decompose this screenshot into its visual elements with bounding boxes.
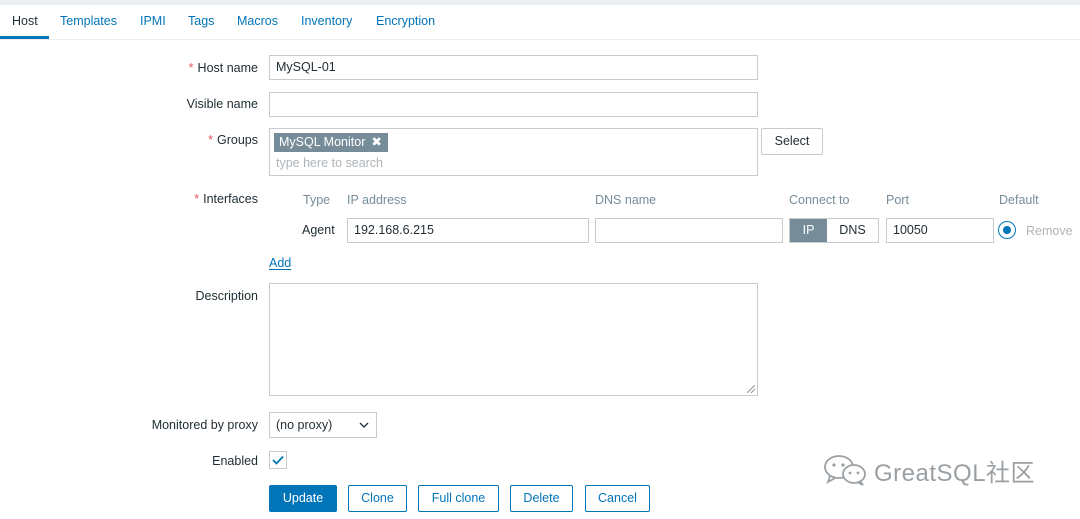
remove-interface-link[interactable]: Remove xyxy=(1026,224,1073,238)
description-textarea[interactable] xyxy=(269,283,758,396)
proxy-select[interactable]: (no proxy) xyxy=(269,412,377,438)
delete-button[interactable]: Delete xyxy=(510,485,573,512)
dns-name-input[interactable] xyxy=(595,218,783,243)
groups-search-input[interactable]: type here to search xyxy=(276,156,383,170)
watermark-text: GreatSQL社区 xyxy=(874,459,1036,487)
radio-selected-dot xyxy=(1003,226,1011,234)
update-button[interactable]: Update xyxy=(269,485,337,512)
checkmark-icon xyxy=(272,455,284,465)
groups-multiselect[interactable]: MySQL Monitor ✖ type here to search xyxy=(269,128,758,176)
group-chip: MySQL Monitor ✖ xyxy=(274,133,388,152)
host-name-label: * Host name xyxy=(189,61,258,75)
connect-dns-button[interactable]: DNS xyxy=(827,219,878,242)
enabled-label: Enabled xyxy=(212,454,258,468)
tab-ipmi[interactable]: IPMI xyxy=(140,14,166,28)
required-mark: * xyxy=(194,192,200,206)
col-dns-header: DNS name xyxy=(595,193,657,207)
col-ip-header: IP address xyxy=(347,193,407,207)
interface-type: Agent xyxy=(302,223,335,237)
proxy-label: Monitored by proxy xyxy=(151,418,258,432)
connect-to-toggle: IP DNS xyxy=(789,218,879,243)
interfaces-label: * Interfaces xyxy=(194,192,258,206)
default-interface-radio[interactable] xyxy=(998,221,1016,239)
description-label: Description xyxy=(195,289,258,303)
group-chip-label: MySQL Monitor xyxy=(279,135,366,149)
tab-encryption[interactable]: Encryption xyxy=(376,14,435,28)
tab-tags[interactable]: Tags xyxy=(188,14,214,28)
visible-name-input[interactable] xyxy=(269,92,758,117)
tab-host[interactable]: Host xyxy=(12,14,38,28)
interfaces-label-text: Interfaces xyxy=(203,192,258,206)
proxy-select-value: (no proxy) xyxy=(276,418,333,432)
active-tab-indicator xyxy=(0,36,49,39)
full-clone-button[interactable]: Full clone xyxy=(418,485,499,512)
required-mark: * xyxy=(188,61,194,75)
tab-templates[interactable]: Templates xyxy=(60,14,117,28)
wechat-icon xyxy=(824,455,866,486)
groups-select-button[interactable]: Select xyxy=(761,128,823,155)
chevron-down-icon xyxy=(359,422,369,428)
connect-ip-button[interactable]: IP xyxy=(790,219,827,242)
col-type-header: Type xyxy=(303,193,331,207)
host-name-input[interactable]: MySQL-01 xyxy=(269,55,758,80)
remove-chip-icon[interactable]: ✖ xyxy=(371,135,381,149)
groups-label: * Groups xyxy=(208,133,258,147)
port-input[interactable]: 10050 xyxy=(886,218,994,243)
ip-address-input[interactable]: 192.168.6.215 xyxy=(347,218,589,243)
add-interface-link[interactable]: Add xyxy=(269,256,291,270)
groups-label-text: Groups xyxy=(217,133,258,147)
required-mark: * xyxy=(208,133,213,147)
watermark: GreatSQL社区 xyxy=(822,452,1035,488)
tab-macros[interactable]: Macros xyxy=(237,14,278,28)
tab-inventory[interactable]: Inventory xyxy=(301,14,352,28)
enabled-checkbox[interactable] xyxy=(269,451,287,469)
clone-button[interactable]: Clone xyxy=(348,485,407,512)
visible-name-label: Visible name xyxy=(186,97,258,111)
col-connect-header: Connect to xyxy=(789,193,850,207)
col-port-header: Port xyxy=(886,193,909,207)
host-name-label-text: Host name xyxy=(197,61,258,75)
tab-bar: Host Templates IPMI Tags Macros Inventor… xyxy=(0,5,1080,40)
resize-handle-icon[interactable] xyxy=(747,385,755,393)
col-default-header: Default xyxy=(999,193,1039,207)
cancel-button[interactable]: Cancel xyxy=(585,485,650,512)
